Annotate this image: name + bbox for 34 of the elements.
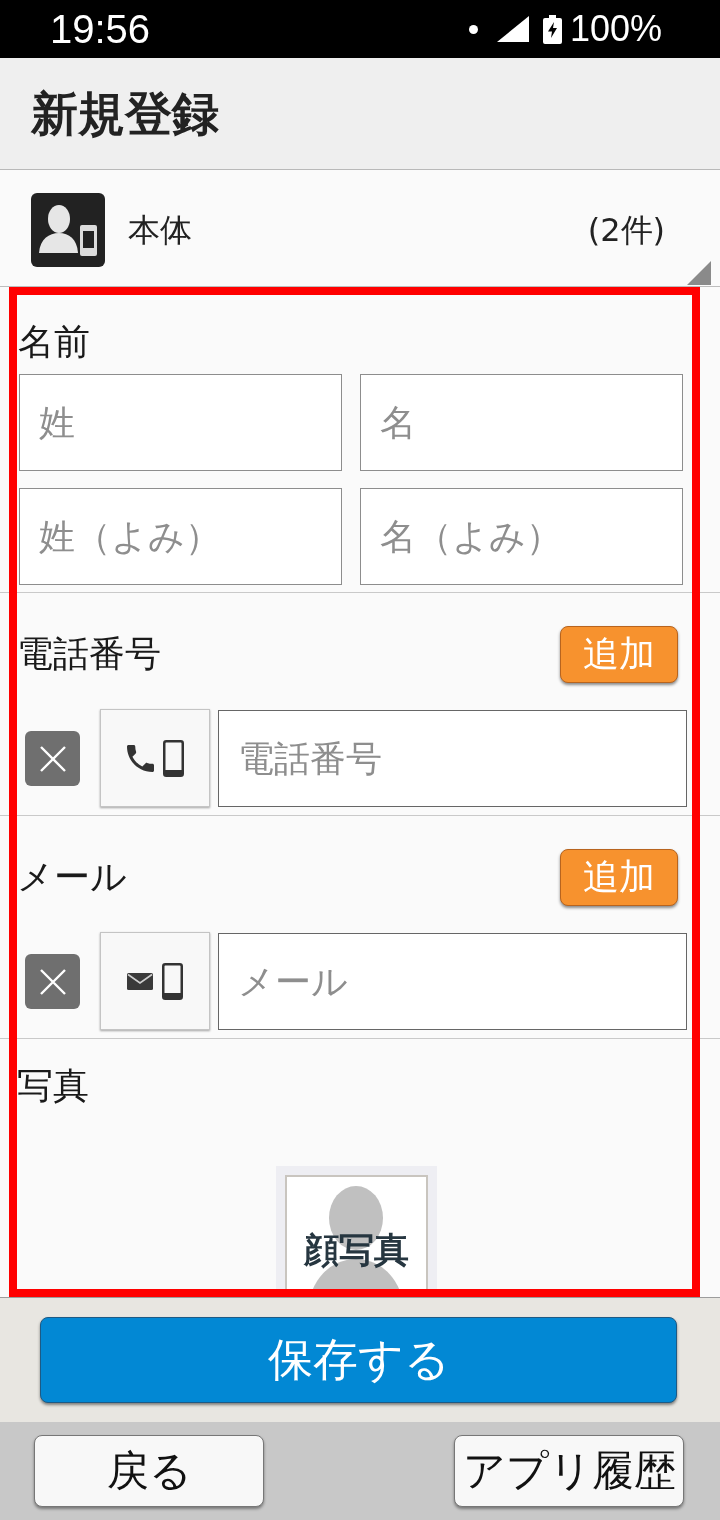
phone-number-field[interactable]: 電話番号 bbox=[218, 710, 687, 807]
notification-dot-icon bbox=[468, 24, 478, 34]
surname-reading-field[interactable]: 姓（よみ） bbox=[19, 488, 342, 585]
save-button[interactable]: 保存する bbox=[40, 1317, 677, 1403]
type-button[interactable] bbox=[100, 932, 210, 1030]
delete-button[interactable] bbox=[25, 731, 80, 786]
given-name-reading-field[interactable]: 名（よみ） bbox=[360, 488, 683, 585]
status-time: 19:56 bbox=[50, 6, 151, 52]
section-label: 写真 bbox=[17, 1064, 90, 1108]
screen-title: 新規登録 bbox=[31, 84, 219, 143]
surname-field[interactable]: 姓 bbox=[19, 374, 342, 471]
section-label: 電話番号 bbox=[17, 632, 161, 676]
battery-charging-icon bbox=[542, 14, 562, 44]
envelope-icon bbox=[127, 972, 153, 990]
email-field[interactable]: メール bbox=[218, 933, 687, 1030]
dropdown-corner-icon[interactable] bbox=[687, 261, 711, 285]
cross-icon bbox=[37, 966, 68, 997]
account-name: 本体 bbox=[128, 210, 192, 251]
phone-handset-icon bbox=[126, 744, 154, 772]
cross-icon bbox=[37, 743, 68, 774]
signal-icon bbox=[496, 16, 529, 42]
delete-button[interactable] bbox=[25, 954, 80, 1009]
smartphone-icon bbox=[162, 739, 184, 777]
photo-label: 顔写真 bbox=[302, 1229, 410, 1272]
type-button[interactable] bbox=[100, 709, 210, 807]
section-label: メール bbox=[17, 855, 127, 899]
recent-apps-button[interactable]: アプリ履歴 bbox=[454, 1435, 684, 1507]
back-button[interactable]: 戻る bbox=[34, 1435, 264, 1507]
contact-count: (2件) bbox=[587, 210, 665, 251]
smartphone-icon bbox=[162, 962, 183, 1000]
section-label: 名前 bbox=[18, 320, 91, 364]
person-phone-icon bbox=[31, 193, 105, 267]
given-name-field[interactable]: 名 bbox=[360, 374, 683, 471]
battery-percent: 100% bbox=[569, 7, 662, 51]
